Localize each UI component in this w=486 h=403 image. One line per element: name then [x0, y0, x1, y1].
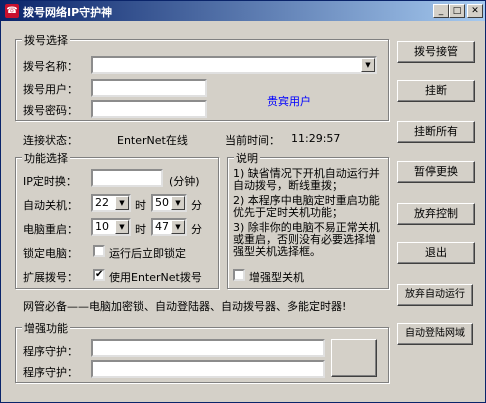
dial-user-input[interactable]: [91, 79, 207, 97]
ip-timer-unit: (分钟): [169, 175, 200, 188]
program-guard-browse-button[interactable]: [331, 339, 377, 377]
extended-dial-label: 扩展拨号：: [23, 271, 78, 284]
dial-password-input[interactable]: [91, 100, 207, 118]
enhanced-shutdown-checkbox[interactable]: [233, 269, 245, 281]
restart-minute-value: 47: [155, 220, 169, 233]
restart-minute-select[interactable]: 47 ▼: [151, 218, 187, 236]
enternet-checkbox[interactable]: ✔: [93, 269, 105, 281]
lock-checkbox[interactable]: [93, 245, 105, 257]
ip-timer-label: IP定时换：: [23, 175, 77, 188]
program-guard-1-label: 程序守护：: [23, 345, 78, 358]
pause-change-button[interactable]: 暂停更换: [397, 161, 475, 183]
dial-name-label: 拨号名称：: [23, 60, 78, 73]
enternet-option-label: 使用EnterNet拨号: [109, 271, 202, 284]
restart-label: 电脑重启：: [23, 223, 78, 236]
abandon-control-button[interactable]: 放弃控制: [397, 203, 475, 225]
current-time-value: 11:29:57: [291, 132, 341, 145]
dial-name-select[interactable]: ▼: [91, 56, 377, 74]
exit-button[interactable]: 退出: [397, 242, 475, 264]
restart-hour-unit: 时: [135, 223, 146, 236]
enhanced-shutdown-label: 增强型关机: [249, 271, 304, 284]
guest-user-text: 贵宾用户: [267, 95, 311, 108]
abandon-autorun-button[interactable]: 放弃自动运行: [397, 284, 473, 306]
dial-group-title: 拨号选择: [22, 32, 70, 48]
connection-status-value: EnterNet在线: [117, 134, 188, 147]
note-3: 3) 除非你的电脑不易正常关机或重启，否则没有必要选择增强型关机选择框。: [233, 221, 380, 258]
shutdown-minute-value: 50: [155, 196, 169, 209]
promo-text: 网管必备——电脑加密锁、自动登陆器、自动拨号器、多能定时器!: [23, 300, 347, 313]
hangup-button[interactable]: 挂断: [397, 80, 475, 102]
function-group-title: 功能选择: [22, 150, 70, 166]
connection-status-label: 连接状态：: [23, 134, 78, 147]
shutdown-hour-select[interactable]: 22 ▼: [91, 194, 131, 212]
title-bar[interactable]: ☎ 拨号网络IP守护神 _ □ ✕: [1, 1, 485, 21]
notes-group-title: 说明: [234, 150, 260, 166]
note-2: 2) 本程序中电脑定时重启功能优先于定时关机功能；: [233, 194, 380, 219]
minimize-icon[interactable]: _: [433, 4, 449, 18]
restart-hour-select[interactable]: 10 ▼: [91, 218, 131, 236]
restart-hour-value: 10: [95, 220, 109, 233]
dial-user-label: 拨号用户：: [23, 83, 78, 96]
shutdown-minute-unit: 分: [191, 199, 202, 212]
chevron-down-icon[interactable]: ▼: [115, 220, 129, 234]
chevron-down-icon[interactable]: ▼: [171, 196, 185, 210]
auto-shutdown-label: 自动关机：: [23, 199, 78, 212]
ip-timer-input[interactable]: [91, 169, 163, 187]
chevron-down-icon[interactable]: ▼: [361, 58, 375, 72]
shutdown-hour-value: 22: [95, 196, 109, 209]
auto-login-domain-button[interactable]: 自动登陆网域: [397, 323, 473, 345]
program-guard-2-label: 程序守护：: [23, 366, 78, 379]
lock-computer-label: 锁定电脑：: [23, 247, 78, 260]
app-icon: ☎: [5, 4, 19, 18]
note-1: 1) 缺省情况下开机自动运行并自动拨号，断线重拨；: [233, 167, 380, 192]
main-window: ☎ 拨号网络IP守护神 _ □ ✕ 拨号选择 拨号名称： ▼ 拨号用户： 拨号密…: [0, 0, 486, 403]
guard-group-title: 增强功能: [22, 320, 70, 336]
maximize-icon[interactable]: □: [449, 4, 465, 18]
window-title: 拨号网络IP守护神: [23, 6, 113, 19]
current-time-label: 当前时间：: [225, 134, 280, 147]
shutdown-hour-unit: 时: [135, 199, 146, 212]
dial-password-label: 拨号密码：: [23, 104, 78, 117]
lock-option-label: 运行后立即锁定: [109, 247, 186, 260]
chevron-down-icon[interactable]: ▼: [171, 220, 185, 234]
hangup-all-button[interactable]: 挂断所有: [397, 121, 475, 143]
program-guard-2-input[interactable]: [91, 360, 325, 378]
dial-control-button[interactable]: 拨号接管: [397, 41, 475, 63]
program-guard-1-input[interactable]: [91, 339, 325, 357]
shutdown-minute-select[interactable]: 50 ▼: [151, 194, 187, 212]
restart-minute-unit: 分: [191, 223, 202, 236]
chevron-down-icon[interactable]: ▼: [115, 196, 129, 210]
close-icon[interactable]: ✕: [467, 4, 483, 18]
